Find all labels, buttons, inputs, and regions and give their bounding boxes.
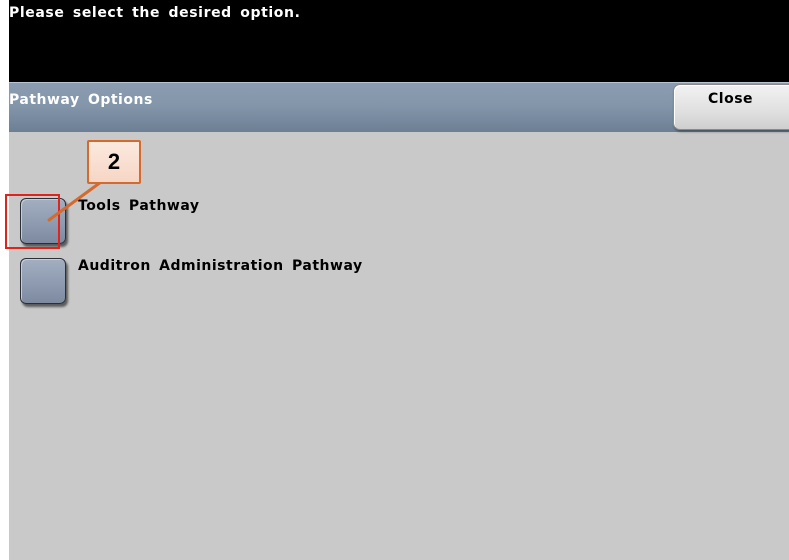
close-button[interactable]: Close: [673, 84, 789, 130]
close-button-label: Close: [708, 91, 754, 107]
callout-step-badge: 2: [87, 140, 141, 184]
tools-pathway-label: Tools Pathway: [78, 198, 200, 214]
auditron-administration-pathway-button[interactable]: [20, 258, 66, 304]
message-text: Please select the desired option.: [9, 5, 301, 21]
page-title: Pathway Options: [9, 92, 153, 108]
callout-highlight-box: [5, 194, 60, 249]
message-bar: Please select the desired option.: [9, 0, 789, 82]
callout-step-number: 2: [107, 149, 121, 174]
options-panel: [9, 132, 789, 560]
title-bar: Pathway Options: [9, 82, 789, 132]
pathway-options-screen: Please select the desired option. Pathwa…: [9, 0, 789, 560]
auditron-administration-pathway-label: Auditron Administration Pathway: [78, 258, 363, 274]
